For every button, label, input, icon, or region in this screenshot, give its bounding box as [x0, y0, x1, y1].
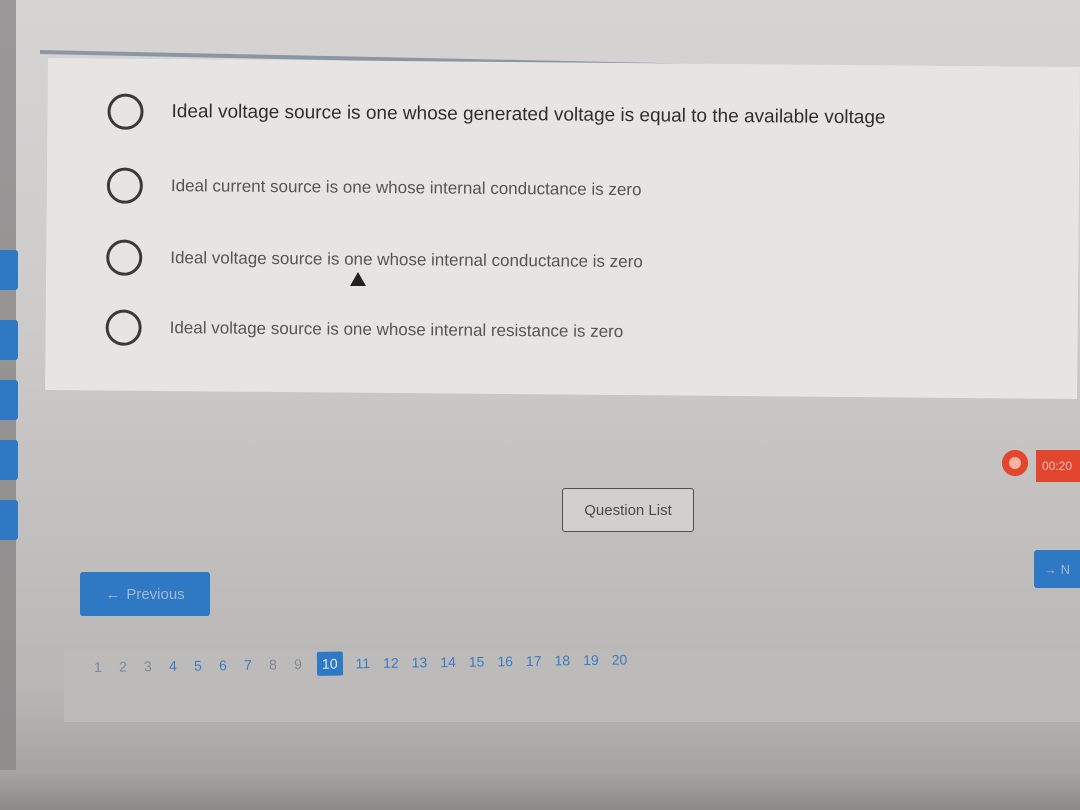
side-tab-3[interactable] [0, 380, 18, 420]
option-4-label: Ideal voltage source is one whose intern… [169, 318, 624, 342]
page-15[interactable]: 15 [469, 650, 485, 674]
page-8[interactable]: 8 [267, 652, 279, 676]
page-2[interactable]: 2 [117, 654, 129, 678]
previous-button[interactable]: ← Previous [80, 572, 210, 616]
side-tab-5[interactable] [0, 500, 18, 540]
page-4[interactable]: 4 [167, 654, 179, 678]
page-3[interactable]: 3 [142, 654, 154, 678]
page-9[interactable]: 9 [292, 652, 304, 676]
side-tab-1[interactable] [0, 250, 18, 290]
page-18[interactable]: 18 [554, 648, 570, 672]
next-button[interactable]: → N [1034, 550, 1080, 588]
page-16[interactable]: 16 [497, 649, 513, 673]
mouse-cursor-icon [350, 272, 366, 286]
radio-option-2[interactable] [106, 167, 144, 204]
option-1-label: Ideal voltage source is one whose genera… [171, 101, 886, 129]
arrow-left-icon: ← [105, 585, 121, 603]
question-list-button[interactable]: Question List [562, 488, 694, 532]
side-tab-4[interactable] [0, 440, 18, 480]
option-2[interactable]: Ideal current source is one whose intern… [106, 163, 642, 214]
page-17[interactable]: 17 [526, 649, 542, 673]
page-10-current[interactable]: 10 [316, 651, 343, 676]
radio-option-1[interactable] [107, 93, 144, 130]
timer-badge: 00:20 [1036, 450, 1080, 482]
option-1[interactable]: Ideal voltage source is one whose genera… [107, 89, 886, 142]
bottom-edge [0, 770, 1080, 810]
page-20[interactable]: 20 [612, 648, 628, 672]
page-11[interactable]: 11 [355, 651, 370, 675]
page-13[interactable]: 13 [412, 650, 428, 674]
page-6[interactable]: 6 [217, 653, 229, 677]
previous-label: Previous [126, 585, 185, 603]
page-12[interactable]: 12 [383, 651, 399, 675]
side-tab-2[interactable] [0, 320, 18, 360]
option-4[interactable]: Ideal voltage source is one whose intern… [105, 305, 623, 356]
option-2-label: Ideal current source is one whose intern… [170, 176, 642, 200]
radio-option-3[interactable] [106, 239, 143, 276]
page-19[interactable]: 19 [583, 648, 599, 672]
option-3[interactable]: Ideal voltage source is one whose intern… [106, 235, 643, 286]
page-5[interactable]: 5 [192, 653, 204, 677]
radio-option-4[interactable] [105, 309, 142, 346]
alarm-clock-icon [1002, 450, 1028, 476]
question-card: Ideal voltage source is one whose genera… [45, 58, 1080, 399]
page-14[interactable]: 14 [440, 650, 456, 674]
option-3-label: Ideal voltage source is one whose intern… [170, 248, 643, 272]
page-7[interactable]: 7 [242, 653, 254, 677]
page-1[interactable]: 1 [92, 655, 104, 679]
